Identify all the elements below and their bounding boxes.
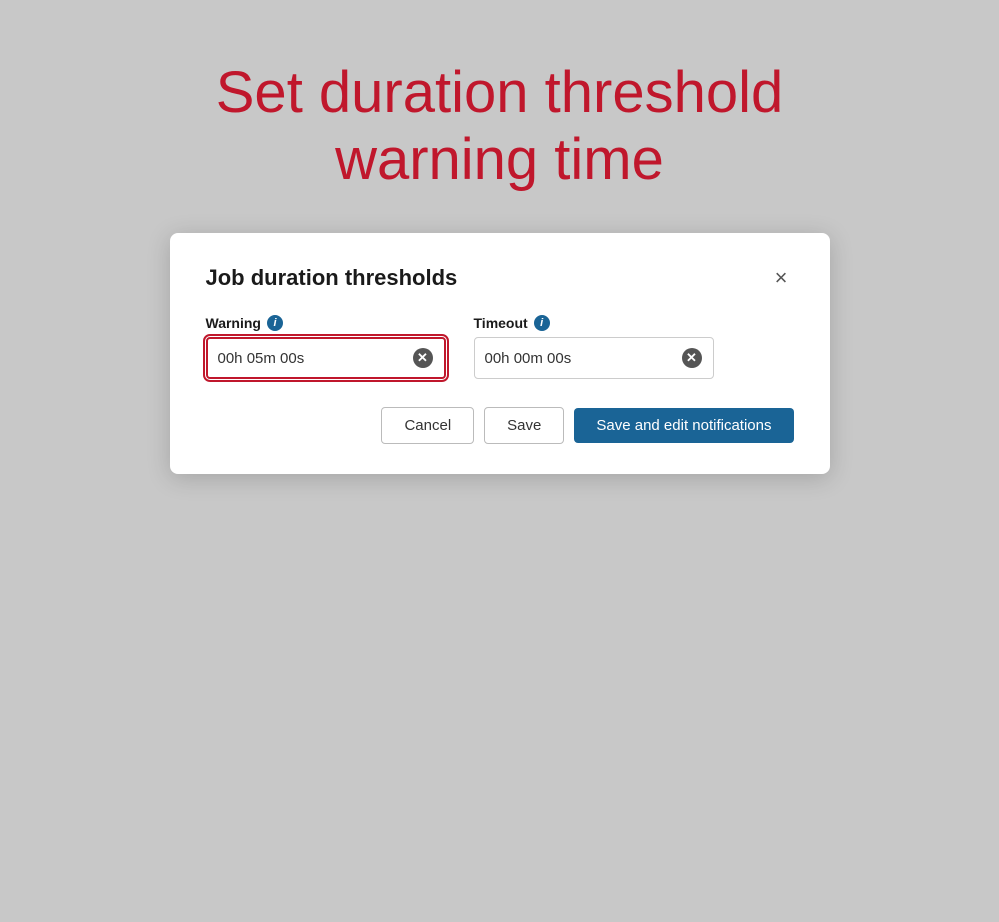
dialog-title: Job duration thresholds [206,265,458,291]
cancel-button[interactable]: Cancel [381,407,474,444]
save-button[interactable]: Save [484,407,564,444]
dialog-header: Job duration thresholds × [206,265,794,291]
dialog: Job duration thresholds × Warning i 00h … [170,233,830,474]
warning-info-icon[interactable]: i [267,315,283,331]
warning-field-group: Warning i 00h 05m 00s ✕ [206,315,446,379]
page-title: Set duration threshold warning time [156,60,843,193]
warning-input-value: 00h 05m 00s [218,350,412,367]
timeout-clear-icon: ✕ [682,348,702,368]
close-button[interactable]: × [769,265,794,291]
fields-row: Warning i 00h 05m 00s ✕ Timeout i 00h 00… [206,315,794,379]
timeout-input-wrapper[interactable]: 00h 00m 00s ✕ [474,337,714,379]
warning-input-wrapper[interactable]: 00h 05m 00s ✕ [206,337,446,379]
timeout-label: Timeout i [474,315,714,331]
timeout-field-group: Timeout i 00h 00m 00s ✕ [474,315,714,379]
timeout-input-value: 00h 00m 00s [485,350,681,367]
warning-clear-icon: ✕ [413,348,433,368]
dialog-actions: Cancel Save Save and edit notifications [206,407,794,444]
save-edit-notifications-button[interactable]: Save and edit notifications [574,408,793,443]
warning-label: Warning i [206,315,446,331]
warning-clear-button[interactable]: ✕ [412,347,434,369]
timeout-clear-button[interactable]: ✕ [681,347,703,369]
timeout-info-icon[interactable]: i [534,315,550,331]
